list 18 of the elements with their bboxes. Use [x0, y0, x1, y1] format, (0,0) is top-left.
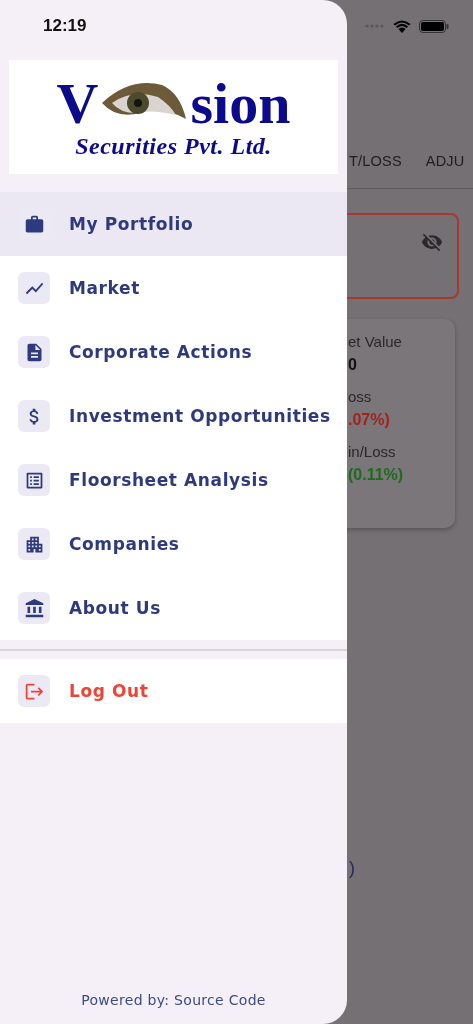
bank-icon: [23, 597, 45, 619]
summary-value: 0: [348, 356, 358, 374]
summary-label: in/Loss: [348, 443, 397, 460]
briefcase-icon: [23, 213, 45, 235]
battery-icon: [419, 19, 449, 33]
wifi-icon: [393, 19, 411, 33]
summary-value: .07%): [348, 411, 391, 429]
logo-text: V: [56, 78, 99, 131]
footer-text: Powered by: Source Code: [80, 992, 267, 1008]
status-time: 12:19: [43, 16, 88, 36]
summary-value: (0.11%): [348, 466, 405, 484]
summary-label: oss: [348, 388, 373, 405]
menu-item[interactable]: My Portfolio: [0, 192, 347, 256]
summary-label: et Value: [348, 333, 403, 350]
logo-subtitle: Securities Pvt. Ltd.: [75, 132, 272, 160]
eye-off-icon[interactable]: [421, 231, 443, 253]
text-fragment: ): [349, 858, 355, 879]
logo-text: sion: [190, 78, 291, 131]
